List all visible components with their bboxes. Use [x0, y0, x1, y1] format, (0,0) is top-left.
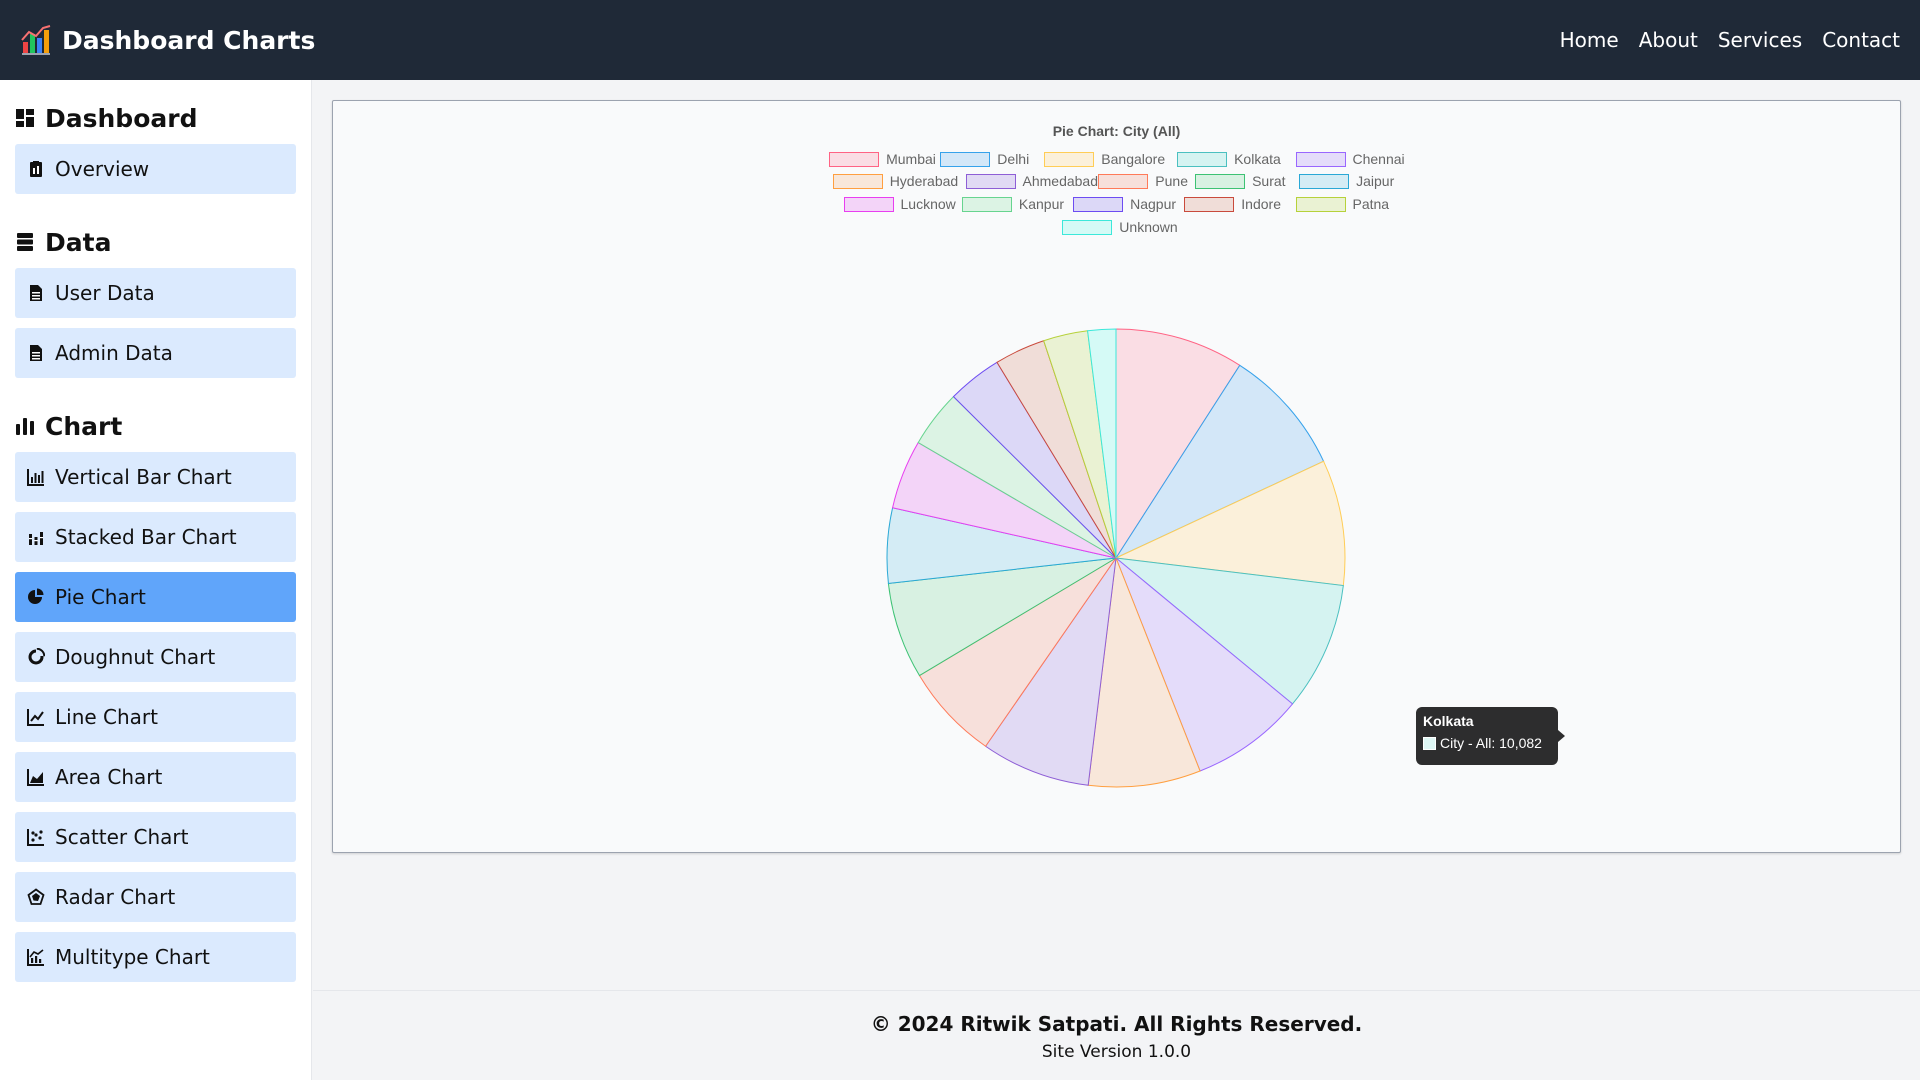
sidebar-item-scatter-chart[interactable]: Scatter Chart — [15, 812, 296, 862]
section-title-dashboard: Dashboard — [15, 98, 296, 138]
sidebar-item-multitype-chart[interactable]: Multitype Chart — [15, 932, 296, 982]
sidebar-item-label: Line Chart — [55, 705, 158, 729]
sidebar: Dashboard Overview Data User Data Admin … — [0, 80, 312, 1080]
section-title-chart: Chart — [15, 406, 296, 446]
sidebar-item-label: User Data — [55, 281, 155, 305]
brand[interactable]: Dashboard Charts — [20, 24, 315, 56]
nav-links: Home About Services Contact — [1560, 28, 1900, 52]
area-chart-icon — [27, 769, 44, 786]
stacked-bar-icon — [29, 532, 43, 545]
sidebar-item-pie-chart[interactable]: Pie Chart — [15, 572, 296, 622]
tooltip-row: City - All: 10,082 — [1423, 735, 1551, 751]
sidebar-item-vertical-bar-chart[interactable]: Vertical Bar Chart — [15, 452, 296, 502]
sidebar-item-label: Doughnut Chart — [55, 645, 216, 669]
multitype-icon — [27, 949, 44, 966]
sidebar-item-label: Overview — [55, 157, 150, 181]
clipboard-icon — [30, 161, 42, 177]
chart-logo-icon — [21, 25, 51, 55]
file-table-icon — [30, 285, 42, 301]
sidebar-item-label: Area Chart — [55, 765, 163, 789]
scatter-icon — [27, 829, 44, 846]
sidebar-item-stacked-bar-chart[interactable]: Stacked Bar Chart — [15, 512, 296, 562]
nav-about-link[interactable]: About — [1639, 28, 1698, 52]
chart-panel: Pie Chart: City (All) Mumbai Delhi Bangalo… — [332, 100, 1901, 853]
file-table-icon — [30, 345, 42, 361]
sidebar-item-label: Radar Chart — [55, 885, 176, 909]
pie-chart[interactable] — [333, 101, 1900, 852]
doughnut-icon — [28, 648, 45, 665]
sidebar-item-label: Scatter Chart — [55, 825, 189, 849]
footer: © 2024 Ritwik Satpati. All Rights Reserv… — [313, 990, 1920, 1080]
line-chart-icon — [27, 709, 44, 726]
pie-icon — [28, 588, 44, 604]
vertical-bar-icon — [27, 469, 44, 486]
dashboard-icon — [16, 109, 34, 127]
nav-services-link[interactable]: Services — [1718, 28, 1802, 52]
sidebar-item-doughnut-chart[interactable]: Doughnut Chart — [15, 632, 296, 682]
sidebar-item-label: Vertical Bar Chart — [55, 465, 232, 489]
database-icon — [17, 233, 33, 251]
sidebar-item-label: Multitype Chart — [55, 945, 210, 969]
sidebar-item-area-chart[interactable]: Area Chart — [15, 752, 296, 802]
sidebar-item-admin-data[interactable]: Admin Data — [15, 328, 296, 378]
nav-contact-link[interactable]: Contact — [1822, 28, 1900, 52]
bar-chart-icon — [16, 418, 34, 435]
sidebar-item-radar-chart[interactable]: Radar Chart — [15, 872, 296, 922]
sidebar-item-overview[interactable]: Overview — [15, 144, 296, 194]
tooltip-title: Kolkata — [1423, 713, 1474, 729]
sidebar-item-line-chart[interactable]: Line Chart — [15, 692, 296, 742]
footer-copyright: © 2024 Ritwik Satpati. All Rights Reserv… — [870, 1012, 1363, 1036]
footer-version: Site Version 1.0.0 — [1041, 1042, 1192, 1062]
tooltip-swatch — [1423, 736, 1436, 750]
tooltip-label: City - All: 10,082 — [1440, 735, 1542, 751]
sidebar-item-label: Pie Chart — [55, 585, 146, 609]
section-title-data: Data — [15, 222, 296, 262]
app-title: Dashboard Charts — [62, 25, 316, 55]
sidebar-item-user-data[interactable]: User Data — [15, 268, 296, 318]
nav-home-link[interactable]: Home — [1560, 28, 1619, 52]
top-navbar: Dashboard Charts Home About Services Con… — [0, 0, 1920, 80]
radar-icon — [27, 888, 45, 905]
sidebar-item-label: Stacked Bar Chart — [55, 525, 237, 549]
chart-tooltip: Kolkata City - All: 10,082 — [1416, 707, 1565, 765]
sidebar-item-label: Admin Data — [55, 341, 173, 365]
